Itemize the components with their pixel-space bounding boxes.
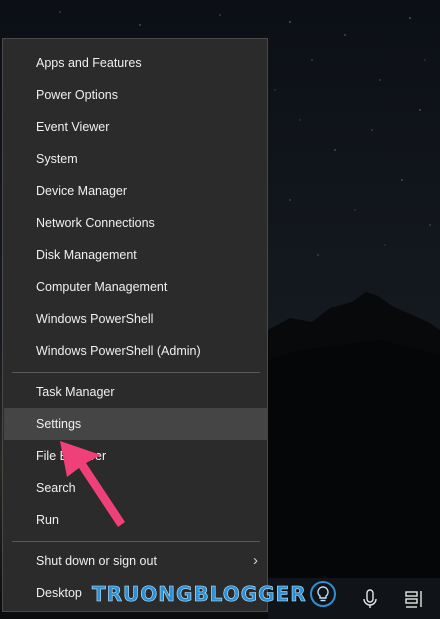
menu-item-system[interactable]: System — [4, 143, 268, 175]
menu-item-windows-powershell[interactable]: Windows PowerShell — [4, 303, 268, 335]
microphone-icon[interactable] — [358, 587, 382, 611]
menu-item-search[interactable]: Search — [4, 472, 268, 504]
chevron-right-icon: › — [253, 552, 258, 569]
menu-item-file-explorer[interactable]: File Explorer — [4, 440, 268, 472]
menu-item-event-viewer[interactable]: Event Viewer — [4, 111, 268, 143]
menu-item-task-manager[interactable]: Task Manager — [4, 376, 268, 408]
menu-item-windows-powershell-admin[interactable]: Windows PowerShell (Admin) — [4, 335, 268, 367]
menu-item-power-options[interactable]: Power Options — [4, 79, 268, 111]
menu-item-network-connections[interactable]: Network Connections — [4, 207, 268, 239]
notifications-icon[interactable] — [402, 587, 426, 611]
menu-separator — [12, 372, 260, 373]
watermark-text: TRUONGBLOGGER — [92, 582, 307, 607]
menu-item-settings[interactable]: Settings — [4, 408, 268, 440]
watermark: TRUONGBLOGGER — [92, 579, 337, 609]
lightbulb-logo-icon — [309, 581, 336, 607]
menu-item-run[interactable]: Run — [4, 504, 268, 536]
menu-item-disk-management[interactable]: Disk Management — [4, 239, 268, 271]
menu-item-apps-and-features[interactable]: Apps and Features — [4, 47, 268, 79]
menu-item-label: Shut down or sign out — [36, 554, 157, 568]
winx-context-menu: Apps and Features Power Options Event Vi… — [2, 38, 268, 612]
menu-item-shut-down-or-sign-out[interactable]: Shut down or sign out › — [4, 545, 268, 577]
menu-item-computer-management[interactable]: Computer Management — [4, 271, 268, 303]
menu-separator — [12, 541, 260, 542]
menu-item-device-manager[interactable]: Device Manager — [4, 175, 268, 207]
